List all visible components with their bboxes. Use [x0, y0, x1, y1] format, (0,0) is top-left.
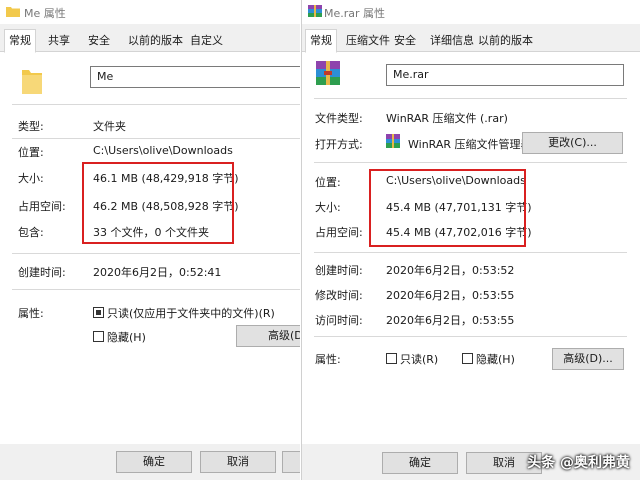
tab-bar: 常规 共享 安全 以前的版本 自定义	[0, 29, 300, 53]
tab-details[interactable]: 详细信息	[426, 32, 478, 50]
folder-properties-dialog: Me 属性 常规 共享 安全 以前的版本 自定义 Me 类型: 文件夹 位置: …	[0, 0, 300, 480]
tab-general[interactable]: 常规	[305, 29, 337, 53]
size-on-disk-value: 46.2 MB (48,508,928 字节)	[93, 200, 239, 213]
watermark: 头条 @奥利弗黄	[527, 455, 630, 471]
window-title: Me.rar 属性	[324, 7, 386, 20]
advanced-button[interactable]: 高级(D)...	[552, 348, 624, 370]
created-value: 2020年6月2日，0:53:52	[386, 264, 515, 277]
attributes-label: 属性:	[315, 353, 341, 366]
divider	[12, 138, 300, 139]
divider	[314, 98, 627, 99]
accessed-value: 2020年6月2日，0:53:55	[386, 314, 515, 327]
folder-icon	[6, 7, 20, 17]
divider	[314, 336, 627, 337]
divider	[12, 253, 300, 254]
file-type-value: WinRAR 压缩文件 (.rar)	[386, 112, 508, 125]
created-label: 创建时间:	[18, 266, 66, 279]
ok-button[interactable]: 确定	[116, 451, 192, 473]
name-field[interactable]: Me.rar	[386, 64, 624, 86]
apply-button[interactable]	[282, 451, 300, 473]
tab-previous-versions[interactable]: 以前的版本	[124, 32, 187, 50]
title-bar: Me.rar 属性	[302, 0, 640, 24]
modified-value: 2020年6月2日，0:53:55	[386, 289, 515, 302]
created-label: 创建时间:	[315, 264, 363, 277]
location-label: 位置:	[18, 146, 44, 159]
contains-label: 包含:	[18, 226, 44, 239]
tab-general[interactable]: 常规	[4, 29, 36, 53]
size-on-disk-label: 占用空间:	[18, 200, 66, 213]
general-panel: Me 类型: 文件夹 位置: C:\Users\olive\Downloads …	[0, 52, 300, 480]
type-label: 类型:	[18, 120, 44, 133]
readonly-checkbox[interactable]	[386, 353, 397, 364]
open-with-label: 打开方式:	[315, 138, 363, 151]
readonly-label: 只读(仅应用于文件夹中的文件)(R)	[107, 307, 275, 320]
file-type-label: 文件类型:	[315, 112, 363, 125]
cancel-button[interactable]: 取消	[200, 451, 276, 473]
readonly-label: 只读(R)	[400, 353, 439, 366]
contains-value: 33 个文件，0 个文件夹	[93, 226, 209, 239]
hidden-label: 隐藏(H)	[476, 353, 515, 366]
tab-bar: 常规 压缩文件 安全 详细信息 以前的版本	[302, 29, 640, 53]
ok-button[interactable]: 确定	[382, 452, 458, 474]
window-title: Me 属性	[24, 7, 66, 20]
location-label: 位置:	[315, 176, 341, 189]
tab-previous-versions[interactable]: 以前的版本	[474, 32, 537, 50]
tab-sharing[interactable]: 共享	[44, 32, 74, 50]
divider	[12, 289, 300, 290]
title-bar: Me 属性	[0, 0, 300, 24]
tab-customize[interactable]: 自定义	[186, 32, 227, 50]
divider	[314, 252, 627, 253]
divider	[12, 104, 300, 105]
tab-security[interactable]: 安全	[84, 32, 114, 50]
tab-archive[interactable]: 压缩文件	[342, 32, 394, 50]
location-value: C:\Users\olive\Downloads	[386, 174, 526, 187]
size-label: 大小:	[315, 201, 341, 214]
hidden-checkbox[interactable]	[462, 353, 473, 364]
readonly-checkbox[interactable]	[93, 307, 104, 318]
button-bar: 确定 取消	[0, 444, 300, 480]
archive-properties-dialog: Me.rar 属性 常规 压缩文件 安全 详细信息 以前的版本 Me.rar 文…	[301, 0, 640, 480]
divider	[314, 162, 627, 163]
winrar-icon	[308, 5, 322, 17]
size-value: 45.4 MB (47,701,131 字节)	[386, 201, 532, 214]
type-value: 文件夹	[93, 120, 126, 133]
tab-security[interactable]: 安全	[390, 32, 420, 50]
created-value: 2020年6月2日，0:52:41	[93, 266, 222, 279]
size-on-disk-value: 45.4 MB (47,702,016 字节)	[386, 226, 532, 239]
size-on-disk-label: 占用空间:	[315, 226, 363, 239]
attributes-label: 属性:	[18, 307, 44, 320]
general-panel: Me.rar 文件类型: WinRAR 压缩文件 (.rar) 打开方式: Wi…	[302, 52, 640, 480]
location-value: C:\Users\olive\Downloads	[93, 144, 233, 157]
hidden-checkbox[interactable]	[93, 331, 104, 342]
winrar-archive-icon	[316, 61, 340, 85]
modified-label: 修改时间:	[315, 289, 363, 302]
size-value: 46.1 MB (48,429,918 字节)	[93, 172, 239, 185]
winrar-icon	[386, 134, 400, 148]
hidden-label: 隐藏(H)	[107, 331, 146, 344]
folder-icon	[22, 70, 42, 94]
advanced-button[interactable]: 高级(D	[236, 325, 300, 347]
size-label: 大小:	[18, 172, 44, 185]
name-field[interactable]: Me	[90, 66, 300, 88]
open-with-value: WinRAR 压缩文件管理器	[408, 138, 532, 151]
change-button[interactable]: 更改(C)...	[522, 132, 623, 154]
accessed-label: 访问时间:	[315, 314, 363, 327]
